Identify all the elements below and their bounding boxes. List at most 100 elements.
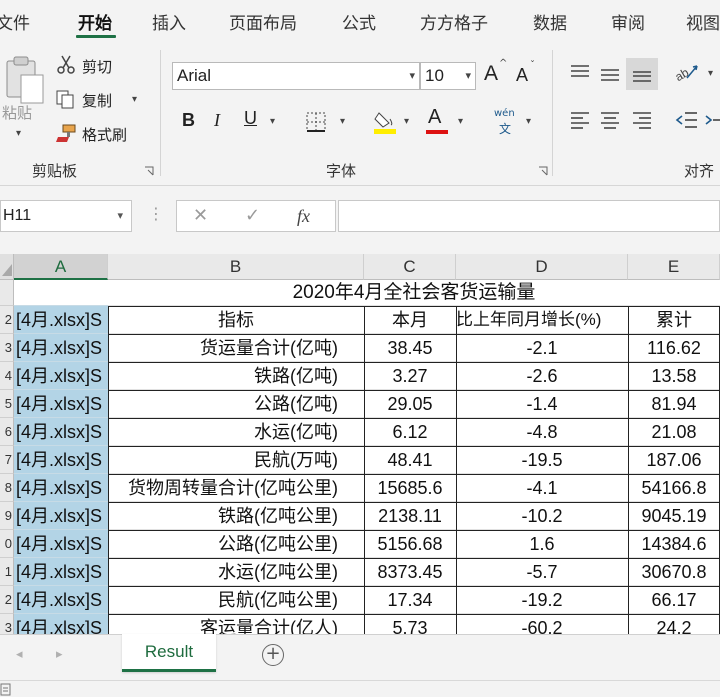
indicator-cell[interactable]: 水运(亿吨) bbox=[108, 418, 364, 446]
font-launcher-icon[interactable] bbox=[538, 166, 548, 176]
indicator-cell[interactable]: 货物周转量合计(亿吨公里) bbox=[108, 474, 364, 502]
underline-dropdown-icon[interactable]: ▾ bbox=[270, 116, 275, 127]
indicator-cell[interactable]: 公路(亿吨) bbox=[108, 390, 364, 418]
indicator-cell[interactable]: 货运量合计(亿吨) bbox=[108, 334, 364, 362]
column-header-b[interactable]: B bbox=[108, 254, 364, 280]
indicator-cell[interactable]: 民航(万吨) bbox=[108, 446, 364, 474]
align-middle-icon[interactable] bbox=[598, 64, 622, 84]
value-cell[interactable]: 30670.8 bbox=[628, 558, 720, 586]
cell-a[interactable]: [4月.xlsx]S bbox=[14, 558, 108, 586]
font-color-button[interactable]: A bbox=[428, 106, 441, 129]
cell-a[interactable]: [4月.xlsx]S bbox=[14, 334, 108, 362]
value-cell[interactable]: 1.6 bbox=[456, 530, 628, 558]
indicator-cell[interactable]: 公路(亿吨公里) bbox=[108, 530, 364, 558]
enter-icon[interactable]: ✓ bbox=[245, 205, 260, 226]
scissors-icon[interactable] bbox=[56, 54, 76, 76]
value-cell[interactable]: -60.2 bbox=[456, 614, 628, 634]
tab-page-layout[interactable]: 页面布局 bbox=[229, 9, 297, 34]
copy-dropdown-icon[interactable]: ▾ bbox=[132, 94, 137, 105]
fill-color-dropdown-icon[interactable]: ▾ bbox=[404, 116, 409, 127]
spreadsheet-grid[interactable]: A B C D E 2 [4月.xlsx]S 3 [4月.xlsx]S 4 [4月.xls… bbox=[0, 254, 720, 634]
select-all-corner[interactable] bbox=[0, 254, 14, 280]
cell-a[interactable]: [4月.xlsx]S bbox=[14, 306, 108, 334]
indicator-cell[interactable]: 水运(亿吨公里) bbox=[108, 558, 364, 586]
cell-a[interactable]: [4月.xlsx]S bbox=[14, 474, 108, 502]
drag-handle-icon[interactable]: ⋮ bbox=[148, 204, 164, 223]
row-header[interactable]: 1 bbox=[0, 558, 14, 586]
value-cell[interactable]: 14384.6 bbox=[628, 530, 720, 558]
value-cell[interactable]: -2.6 bbox=[456, 362, 628, 390]
orientation-icon[interactable]: ab bbox=[672, 58, 702, 86]
value-cell[interactable]: -1.4 bbox=[456, 390, 628, 418]
row-header[interactable]: 5 bbox=[0, 390, 14, 418]
tab-review[interactable]: 审阅 bbox=[611, 9, 645, 34]
value-cell[interactable]: 6.12 bbox=[364, 418, 456, 446]
row-header[interactable]: 0 bbox=[0, 530, 14, 558]
indicator-cell[interactable]: 客运量合计(亿人) bbox=[108, 614, 364, 634]
font-name-select[interactable]: Arial ▾ bbox=[172, 62, 420, 90]
value-cell[interactable]: 54166.8 bbox=[628, 474, 720, 502]
indicator-cell[interactable]: 铁路(亿吨公里) bbox=[108, 502, 364, 530]
cut-label[interactable]: 剪切 bbox=[82, 56, 112, 77]
value-cell[interactable]: -19.2 bbox=[456, 586, 628, 614]
value-cell[interactable]: 13.58 bbox=[628, 362, 720, 390]
italic-button[interactable]: I bbox=[214, 110, 220, 131]
row-header[interactable]: 3 bbox=[0, 614, 14, 634]
font-color-dropdown-icon[interactable]: ▾ bbox=[458, 116, 463, 127]
value-cell[interactable]: 21.08 bbox=[628, 418, 720, 446]
value-cell[interactable]: 187.06 bbox=[628, 446, 720, 474]
row-header[interactable]: 4 bbox=[0, 362, 14, 390]
value-cell[interactable]: 66.17 bbox=[628, 586, 720, 614]
value-cell[interactable]: 81.94 bbox=[628, 390, 720, 418]
indicator-cell[interactable]: 民航(亿吨公里) bbox=[108, 586, 364, 614]
align-top-icon[interactable] bbox=[568, 62, 592, 82]
borders-dropdown-icon[interactable]: ▾ bbox=[340, 116, 345, 127]
clipboard-launcher-icon[interactable] bbox=[144, 166, 154, 176]
value-cell[interactable]: 29.05 bbox=[364, 390, 456, 418]
align-center-icon[interactable] bbox=[598, 110, 622, 130]
row-header[interactable]: 2 bbox=[0, 586, 14, 614]
tab-view[interactable]: 视图 bbox=[686, 9, 720, 34]
value-cell[interactable]: 24.2 bbox=[628, 614, 720, 634]
paste-dropdown-icon[interactable]: ▾ bbox=[16, 128, 21, 139]
underline-button[interactable]: U bbox=[244, 108, 257, 129]
value-cell[interactable]: -4.8 bbox=[456, 418, 628, 446]
cell-a[interactable]: [4月.xlsx]S bbox=[14, 530, 108, 558]
value-cell[interactable]: -10.2 bbox=[456, 502, 628, 530]
format-painter-label[interactable]: 格式刷 bbox=[82, 124, 127, 145]
row-header[interactable]: 3 bbox=[0, 334, 14, 362]
bold-button[interactable]: B bbox=[182, 110, 195, 131]
tab-fangfang[interactable]: 方方格子 bbox=[420, 9, 488, 34]
tab-insert[interactable]: 插入 bbox=[152, 9, 186, 34]
align-left-icon[interactable] bbox=[568, 110, 592, 130]
cell-a[interactable] bbox=[14, 280, 108, 306]
borders-icon[interactable] bbox=[304, 110, 328, 134]
prev-sheet-icon[interactable]: ◂ bbox=[16, 647, 23, 662]
value-cell[interactable]: 38.45 bbox=[364, 334, 456, 362]
fill-color-icon[interactable] bbox=[372, 108, 398, 136]
tab-home[interactable]: 开始 bbox=[78, 9, 112, 34]
phonetic-bottom[interactable]: 文 bbox=[499, 120, 511, 137]
cell-a[interactable]: [4月.xlsx]S bbox=[14, 614, 108, 634]
sheet-title[interactable]: 2020年4月全社会客货运输量 bbox=[108, 280, 720, 306]
column-header-c[interactable]: C bbox=[364, 254, 456, 280]
increase-indent-icon[interactable] bbox=[704, 110, 720, 130]
phonetic-top[interactable]: wén bbox=[494, 108, 515, 119]
value-cell[interactable]: 2138.11 bbox=[364, 502, 456, 530]
table-header-cell[interactable]: 指标 bbox=[108, 306, 364, 334]
value-cell[interactable]: 116.62 bbox=[628, 334, 720, 362]
align-bottom-icon[interactable] bbox=[626, 58, 658, 90]
value-cell[interactable]: 3.27 bbox=[364, 362, 456, 390]
value-cell[interactable]: -2.1 bbox=[456, 334, 628, 362]
tab-formulas[interactable]: 公式 bbox=[342, 9, 376, 34]
cell-a[interactable]: [4月.xlsx]S bbox=[14, 502, 108, 530]
table-header-cell[interactable]: 比上年同月增长(%) bbox=[456, 306, 628, 334]
align-right-icon[interactable] bbox=[630, 110, 654, 130]
copy-label[interactable]: 复制 bbox=[82, 90, 112, 111]
tab-file[interactable]: 文件 bbox=[0, 9, 30, 34]
copy-icon[interactable] bbox=[54, 88, 76, 110]
row-header[interactable]: 2 bbox=[0, 306, 14, 334]
cell-a[interactable]: [4月.xlsx]S bbox=[14, 586, 108, 614]
value-cell[interactable]: 5.73 bbox=[364, 614, 456, 634]
paste-label[interactable]: 粘贴 bbox=[2, 102, 32, 123]
